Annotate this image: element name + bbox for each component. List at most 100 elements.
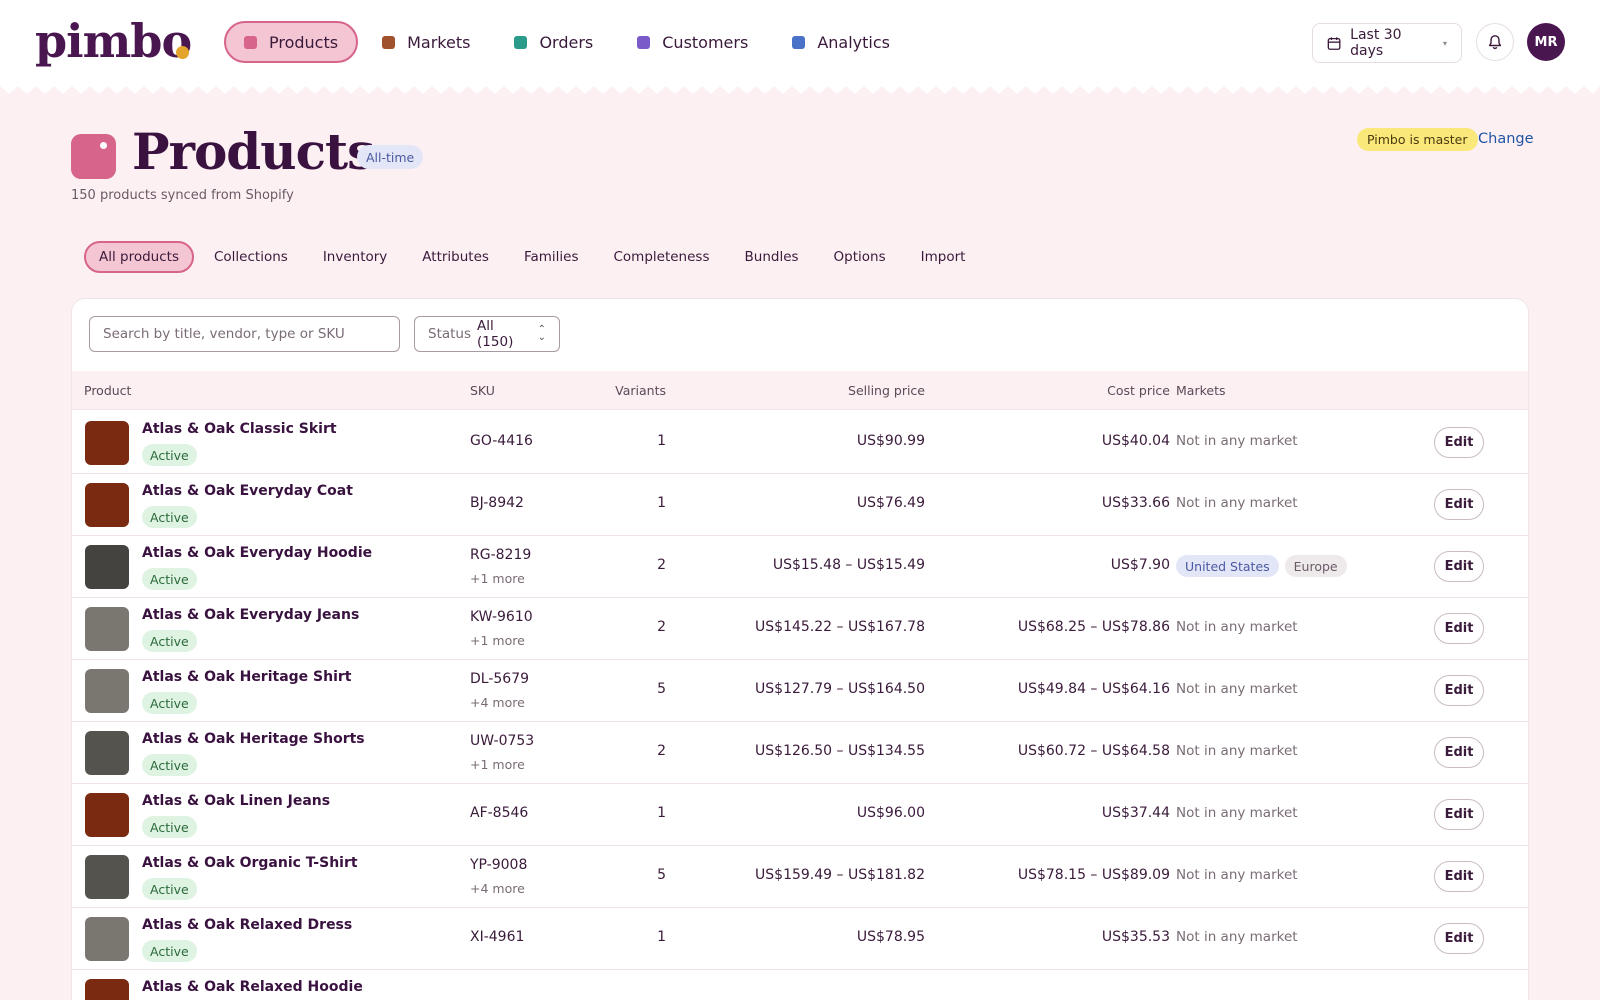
sku-more-count: +1 more	[470, 757, 525, 772]
edit-product-button[interactable]: Edit	[1434, 675, 1484, 706]
table-row[interactable]: Atlas & Oak Heritage Shorts Active UW-0753…	[72, 721, 1528, 784]
table-row[interactable]: Atlas & Oak Everyday Hoodie Active RG-8219…	[72, 535, 1528, 598]
product-name[interactable]: Atlas & Oak Heritage Shirt	[142, 669, 352, 685]
product-thumbnail[interactable]	[85, 731, 129, 775]
product-name[interactable]: Atlas & Oak Relaxed Dress	[142, 917, 352, 933]
product-name[interactable]: Atlas & Oak Everyday Jeans	[142, 607, 359, 623]
table-header: Product SKU Variants Selling price Cost …	[72, 371, 1528, 410]
selling-price: US$126.50 – US$134.55	[755, 743, 925, 759]
nav-item-markets[interactable]: Markets	[362, 21, 490, 63]
edit-product-button[interactable]: Edit	[1434, 427, 1484, 458]
product-thumbnail[interactable]	[85, 607, 129, 651]
caret-down-icon: ▾	[1442, 38, 1447, 48]
selling-price: US$90.99	[856, 433, 925, 449]
variant-count: 2	[657, 619, 666, 635]
product-name[interactable]: Atlas & Oak Linen Jeans	[142, 793, 330, 809]
product-thumbnail[interactable]	[85, 421, 129, 465]
table-row[interactable]: Atlas & Oak Everyday Jeans Active KW-9610 +…	[72, 597, 1528, 660]
edit-product-button[interactable]: Edit	[1434, 737, 1484, 768]
nav-item-label: Orders	[539, 32, 594, 52]
brand-logo-dot	[176, 46, 189, 59]
product-thumbnail[interactable]	[85, 669, 129, 713]
all-time-badge: All-time	[357, 145, 424, 169]
column-header-product[interactable]: Product	[84, 383, 131, 398]
table-row[interactable]: Atlas & Oak Relaxed HoodieActive	[72, 969, 1528, 1000]
product-thumbnail[interactable]	[85, 917, 129, 961]
product-search-input[interactable]	[89, 316, 400, 352]
product-name[interactable]: Atlas & Oak Heritage Shorts	[142, 731, 365, 747]
product-name[interactable]: Atlas & Oak Classic Skirt	[142, 421, 337, 437]
nav-color-square-icon	[637, 35, 651, 49]
edit-product-button[interactable]: Edit	[1434, 923, 1484, 954]
tab-inventory[interactable]: Inventory	[308, 241, 402, 273]
nav-item-analytics[interactable]: Analytics	[772, 21, 910, 63]
tab-all-products[interactable]: All products	[84, 241, 194, 273]
product-thumbnail[interactable]	[85, 855, 129, 899]
product-thumbnail[interactable]	[85, 793, 129, 837]
variant-count: 1	[657, 805, 666, 821]
brand-logo[interactable]: pimbo	[35, 14, 192, 68]
main-nav: Products Markets Orders Customers Analytics	[224, 21, 914, 63]
user-avatar[interactable]: MR	[1527, 23, 1565, 61]
product-subtabs: All products Collections Inventory Attribut…	[84, 241, 985, 273]
nav-color-square-icon	[244, 35, 257, 49]
nav-item-products[interactable]: Products	[224, 21, 359, 63]
edit-product-button[interactable]: Edit	[1434, 613, 1484, 644]
edit-product-button[interactable]: Edit	[1434, 861, 1484, 892]
product-thumbnail[interactable]	[85, 545, 129, 589]
cost-price: US$7.90	[1110, 557, 1170, 573]
nav-item-orders[interactable]: Orders	[494, 21, 613, 63]
edit-product-button[interactable]: Edit	[1434, 799, 1484, 830]
table-row[interactable]: Atlas & Oak Heritage Shirt Active DL-5679 +…	[72, 659, 1528, 722]
cost-price: US$35.53	[1101, 929, 1170, 945]
tab-options[interactable]: Options	[819, 241, 901, 273]
products-page-icon	[71, 134, 116, 179]
variant-count: 1	[657, 929, 666, 945]
topbar-zigzag-edge	[0, 84, 1600, 94]
nav-item-label: Customers	[662, 32, 749, 52]
date-range-button[interactable]: Last 30 days ▾	[1312, 23, 1462, 63]
status-filter-select[interactable]: Status All (150) ⌃ ⌄	[414, 316, 560, 352]
column-header-cost-price[interactable]: Cost price	[1107, 383, 1170, 398]
market-tag: United States	[1176, 555, 1279, 577]
product-thumbnail[interactable]	[85, 979, 129, 1000]
nav-item-label: Products	[269, 32, 339, 52]
markets-cell: Not in any market	[1176, 743, 1298, 759]
variant-count: 5	[657, 867, 666, 883]
markets-empty-text: Not in any market	[1176, 743, 1298, 759]
master-badge: Pimbo is master	[1357, 128, 1478, 151]
column-header-sku[interactable]: SKU	[470, 383, 495, 398]
edit-product-button[interactable]: Edit	[1434, 551, 1484, 582]
notifications-button[interactable]	[1476, 23, 1514, 61]
column-header-markets[interactable]: Markets	[1176, 383, 1225, 398]
cost-price: US$49.84 – US$64.16	[1017, 681, 1170, 697]
table-row[interactable]: Atlas & Oak Organic T-Shirt Active YP-9008…	[72, 845, 1528, 908]
variant-count: 1	[657, 433, 666, 449]
tab-attributes[interactable]: Attributes	[407, 241, 504, 273]
product-sku: KW-9610	[470, 609, 533, 625]
nav-color-square-icon	[514, 35, 528, 49]
nav-item-customers[interactable]: Customers	[617, 21, 768, 63]
product-name[interactable]: Atlas & Oak Everyday Coat	[142, 483, 353, 499]
tab-bundles[interactable]: Bundles	[730, 241, 814, 273]
tab-completeness[interactable]: Completeness	[599, 241, 725, 273]
tab-families[interactable]: Families	[509, 241, 594, 273]
table-row[interactable]: Atlas & Oak Linen Jeans Active AF-8546 1 US$…	[72, 783, 1528, 846]
edit-product-button[interactable]: Edit	[1434, 489, 1484, 520]
product-thumbnail[interactable]	[85, 483, 129, 527]
product-name[interactable]: Atlas & Oak Everyday Hoodie	[142, 545, 372, 561]
selling-price: US$145.22 – US$167.78	[755, 619, 925, 635]
table-row[interactable]: Atlas & Oak Everyday Coat Active BJ-8942 1 U…	[72, 473, 1528, 536]
product-status-badge: Active	[142, 754, 197, 776]
table-row[interactable]: Atlas & Oak Classic Skirt Active GO-4416 1 U…	[72, 411, 1528, 474]
table-row[interactable]: Atlas & Oak Relaxed Dress Active XI-4961 1 U…	[72, 907, 1528, 970]
markets-empty-text: Not in any market	[1176, 433, 1298, 449]
tab-import[interactable]: Import	[906, 241, 981, 273]
tab-collections[interactable]: Collections	[199, 241, 303, 273]
change-master-link[interactable]: Change	[1478, 131, 1534, 147]
sku-more-count: +1 more	[470, 633, 525, 648]
column-header-variants[interactable]: Variants	[615, 383, 666, 398]
product-name[interactable]: Atlas & Oak Organic T-Shirt	[142, 855, 358, 871]
product-name[interactable]: Atlas & Oak Relaxed Hoodie	[142, 979, 363, 995]
column-header-selling-price[interactable]: Selling price	[848, 383, 925, 398]
